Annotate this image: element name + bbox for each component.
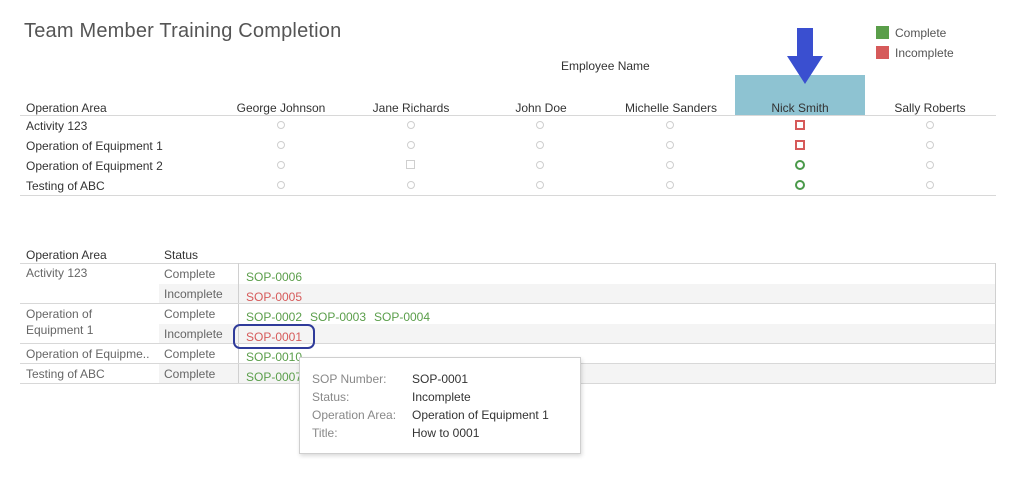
page-title: Team Member Training Completion bbox=[24, 20, 342, 42]
legend-incomplete-swatch bbox=[876, 46, 889, 59]
detail-area-label: Testing of ABC bbox=[26, 367, 105, 381]
legend-complete-label: Complete bbox=[895, 26, 947, 40]
tooltip-row: SOP Number: SOP-0001 bbox=[312, 372, 468, 386]
status-mark[interactable] bbox=[277, 121, 285, 129]
sop-link[interactable]: SOP-0010 bbox=[246, 350, 302, 364]
status-mark[interactable] bbox=[926, 181, 934, 189]
detail-area-label: Operation of Equipment 1 bbox=[26, 307, 94, 337]
status-mark[interactable] bbox=[666, 181, 674, 189]
divider bbox=[20, 195, 996, 196]
detail-status: Complete bbox=[164, 367, 216, 381]
tooltip-key: Operation Area: bbox=[312, 408, 397, 422]
sop-link[interactable]: SOP-0003 bbox=[310, 310, 366, 324]
tooltip-row: Status: Incomplete bbox=[312, 390, 471, 404]
sop-link[interactable]: SOP-0005 bbox=[246, 290, 302, 304]
divider bbox=[20, 263, 996, 264]
sop-link[interactable]: SOP-0006 bbox=[246, 270, 302, 284]
status-mark[interactable] bbox=[926, 141, 934, 149]
status-mark[interactable] bbox=[536, 141, 544, 149]
tooltip-value: SOP-0001 bbox=[412, 372, 469, 386]
matrix-row-label: Operation of Equipment 1 bbox=[26, 139, 163, 153]
complete-mark[interactable] bbox=[795, 180, 805, 190]
matrix-row-header: Operation Area bbox=[26, 101, 107, 115]
status-mark[interactable] bbox=[406, 160, 415, 169]
col-michelle-sanders[interactable]: Michelle Sanders bbox=[611, 101, 731, 115]
incomplete-mark[interactable] bbox=[795, 140, 805, 150]
status-mark[interactable] bbox=[407, 121, 415, 129]
status-mark[interactable] bbox=[407, 141, 415, 149]
divider bbox=[20, 343, 996, 344]
status-mark[interactable] bbox=[926, 121, 934, 129]
detail-status: Incomplete bbox=[164, 327, 223, 341]
sop-link[interactable]: SOP-0002 bbox=[246, 310, 302, 324]
tooltip-value: Incomplete bbox=[412, 390, 471, 404]
divider bbox=[20, 115, 996, 116]
legend-incomplete[interactable]: Incomplete bbox=[876, 46, 954, 60]
tooltip-row: Operation Area: Operation of Equipment 1 bbox=[312, 408, 549, 422]
legend-incomplete-label: Incomplete bbox=[895, 46, 954, 60]
col-nick-smith[interactable]: Nick Smith bbox=[740, 101, 860, 115]
sop-link[interactable]: SOP-0007 bbox=[246, 370, 302, 384]
status-mark[interactable] bbox=[926, 161, 934, 169]
col-john-doe[interactable]: John Doe bbox=[481, 101, 601, 115]
status-mark[interactable] bbox=[277, 181, 285, 189]
tooltip-key: Status: bbox=[312, 390, 350, 404]
legend-complete-swatch bbox=[876, 26, 889, 39]
detail-status: Incomplete bbox=[164, 287, 223, 301]
legend-complete[interactable]: Complete bbox=[876, 26, 946, 40]
tooltip-value: Operation of Equipment 1 bbox=[412, 408, 549, 422]
incomplete-mark[interactable] bbox=[795, 120, 805, 130]
divider bbox=[995, 263, 996, 383]
status-mark[interactable] bbox=[666, 161, 674, 169]
status-mark[interactable] bbox=[536, 181, 544, 189]
down-arrow-icon bbox=[787, 28, 823, 84]
divider bbox=[238, 263, 239, 383]
complete-mark[interactable] bbox=[795, 160, 805, 170]
status-mark[interactable] bbox=[666, 121, 674, 129]
status-mark[interactable] bbox=[277, 161, 285, 169]
matrix-row-label: Operation of Equipment 2 bbox=[26, 159, 163, 173]
tooltip-key: SOP Number: bbox=[312, 372, 387, 386]
detail-status: Complete bbox=[164, 307, 216, 321]
tooltip-value: How to 0001 bbox=[412, 426, 480, 440]
sop-tooltip: SOP Number: SOP-0001 Status: Incomplete Op… bbox=[299, 357, 581, 454]
detail-header-area: Operation Area bbox=[26, 248, 107, 262]
status-mark[interactable] bbox=[277, 141, 285, 149]
detail-area-label: Operation of Equipme.. bbox=[26, 347, 150, 361]
detail-status: Complete bbox=[164, 267, 216, 281]
detail-area-label: Activity 123 bbox=[26, 266, 88, 280]
tooltip-row: Title: How to 0001 bbox=[312, 426, 479, 440]
col-jane-richards[interactable]: Jane Richards bbox=[351, 101, 471, 115]
status-mark[interactable] bbox=[536, 121, 544, 129]
matrix-row-label: Activity 123 bbox=[26, 119, 88, 133]
sop-link[interactable]: SOP-0004 bbox=[374, 310, 430, 324]
matrix-row-label: Testing of ABC bbox=[26, 179, 105, 193]
col-george-johnson[interactable]: George Johnson bbox=[221, 101, 341, 115]
detail-status: Complete bbox=[164, 347, 216, 361]
status-mark[interactable] bbox=[536, 161, 544, 169]
employee-name-header: Employee Name bbox=[561, 59, 650, 73]
annotation-oval bbox=[233, 324, 315, 349]
divider bbox=[20, 303, 996, 304]
status-mark[interactable] bbox=[666, 141, 674, 149]
col-sally-roberts[interactable]: Sally Roberts bbox=[870, 101, 990, 115]
status-mark[interactable] bbox=[407, 181, 415, 189]
detail-header-status: Status bbox=[164, 248, 199, 262]
tooltip-key: Title: bbox=[312, 426, 338, 440]
